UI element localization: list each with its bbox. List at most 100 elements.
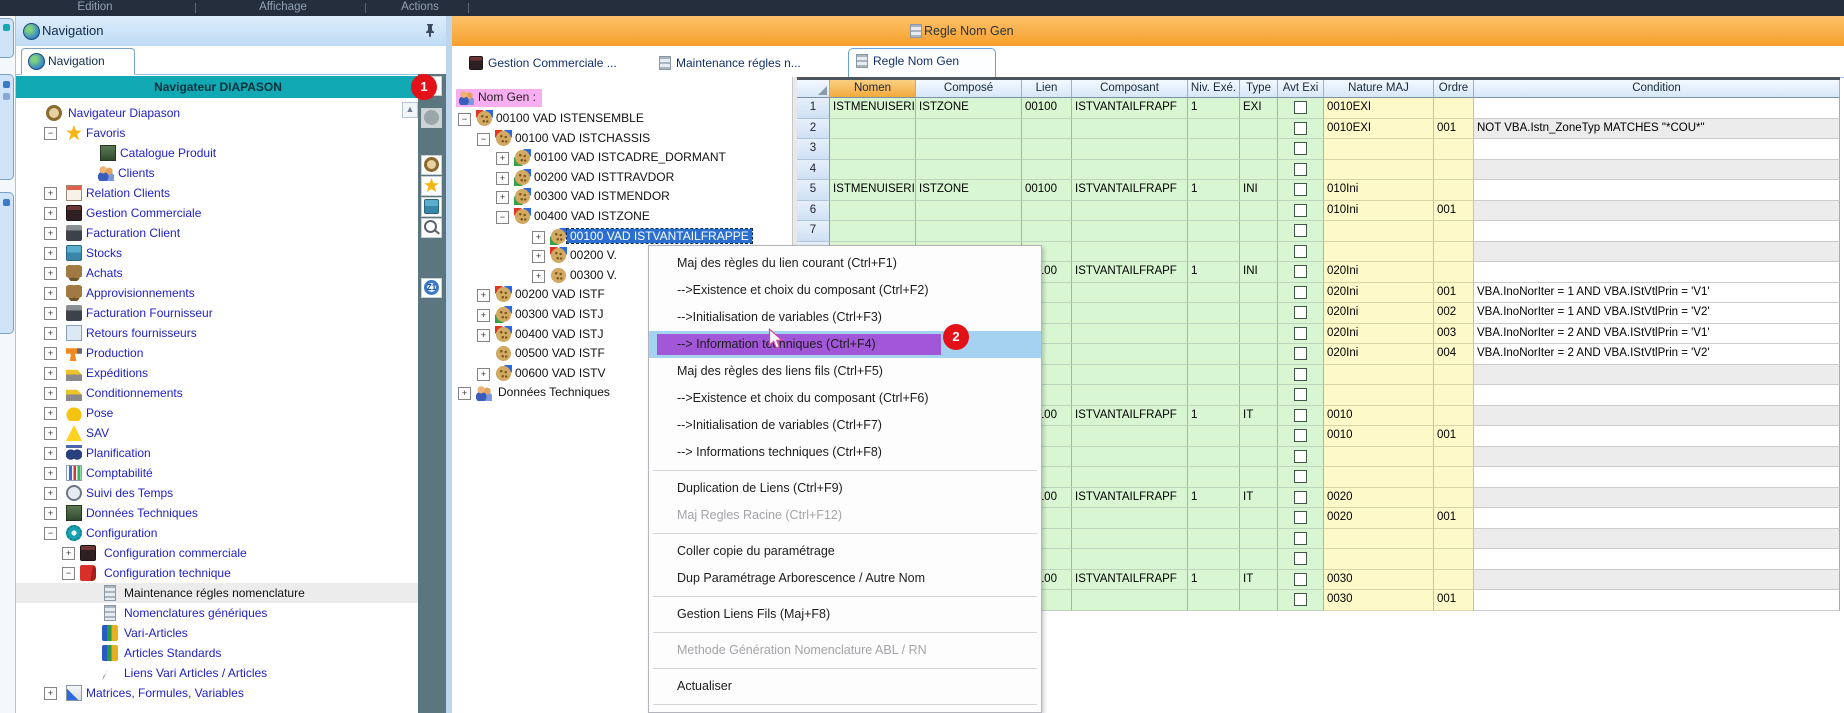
compose-cell[interactable]: ISTZONE [916,180,1022,201]
checkbox-unchecked[interactable] [1294,368,1307,381]
composant-cell[interactable] [1072,508,1188,529]
row-number[interactable]: 7 [797,221,830,242]
niv-cell[interactable]: 1 [1188,488,1240,509]
nature-cell[interactable] [1324,529,1434,550]
avt-exi-cell[interactable] [1278,221,1324,242]
checkbox-unchecked[interactable] [1294,163,1307,176]
type-cell[interactable] [1240,590,1278,611]
niv-cell[interactable] [1188,467,1240,488]
tree-toggle-expand[interactable]: + [532,270,545,283]
composant-cell[interactable] [1072,283,1188,304]
tree-toggle-expand[interactable]: + [477,289,490,302]
nature-cell[interactable]: 0030 [1324,570,1434,591]
type-cell[interactable] [1240,139,1278,160]
lien-cell[interactable] [1022,119,1072,140]
composant-cell[interactable] [1072,221,1188,242]
favorites-button[interactable] [421,176,442,196]
avt-exi-cell[interactable] [1278,570,1324,591]
ordre-cell[interactable] [1434,262,1474,283]
nature-cell[interactable]: 0010EXI [1324,119,1434,140]
condition-cell[interactable] [1474,488,1840,509]
tree-toggle-collapse[interactable]: − [458,113,471,126]
tree-item[interactable]: Vari-Articles [16,623,418,643]
checkbox-unchecked[interactable] [1294,286,1307,299]
niv-cell[interactable] [1188,283,1240,304]
lien-cell[interactable] [1022,160,1072,181]
menu-item[interactable]: -->Initialisation de variables (Ctrl+F7) [649,412,1041,439]
avt-exi-cell[interactable] [1278,119,1324,140]
lien-cell[interactable]: 00100 [1022,98,1072,119]
collapsed-panel-tab[interactable] [0,192,14,334]
menu-item[interactable]: Dup Paramétrage Arborescence / Autre Nom [649,565,1041,592]
row-number[interactable]: 6 [797,201,830,222]
tree-item[interactable]: Navigateur Diapason [16,103,418,123]
tree-item[interactable]: +Stocks [16,243,418,263]
composant-cell[interactable] [1072,590,1188,611]
type-cell[interactable] [1240,303,1278,324]
ordre-cell[interactable] [1434,406,1474,427]
composant-cell[interactable] [1072,201,1188,222]
composant-cell[interactable] [1072,303,1188,324]
column-header-condition[interactable]: Condition [1474,80,1840,98]
compose-cell[interactable] [916,160,1022,181]
avt-exi-cell[interactable] [1278,262,1324,283]
composant-cell[interactable]: ISTVANTAILFRAPF [1072,406,1188,427]
condition-cell[interactable]: VBA.InoNorIter = 1 AND VBA.IStVtlPrin = … [1474,303,1840,324]
nature-cell[interactable]: 0010 [1324,406,1434,427]
nomen-cell[interactable]: ISTMENUISERI [830,180,916,201]
niv-cell[interactable]: 1 [1188,406,1240,427]
condition-cell[interactable]: VBA.InoNorIter = 1 AND VBA.IStVtlPrin = … [1474,283,1840,304]
avt-exi-cell[interactable] [1278,324,1324,345]
checkbox-unchecked[interactable] [1294,388,1307,401]
menu-item[interactable]: -->Existence et choix du composant (Ctrl… [649,277,1041,304]
avt-exi-cell[interactable] [1278,590,1324,611]
avt-exi-cell[interactable] [1278,549,1324,570]
type-cell[interactable] [1240,426,1278,447]
column-header-lien[interactable]: Lien [1022,80,1072,98]
column-header-avt[interactable]: Avt Exi [1278,80,1324,98]
type-cell[interactable] [1240,283,1278,304]
condition-cell[interactable] [1474,570,1840,591]
avt-exi-cell[interactable] [1278,508,1324,529]
tree-toggle-expand[interactable]: + [496,152,509,165]
composant-cell[interactable] [1072,447,1188,468]
niv-cell[interactable] [1188,508,1240,529]
composant-cell[interactable] [1072,549,1188,570]
composant-cell[interactable]: ISTVANTAILFRAPF [1072,180,1188,201]
menu-item[interactable]: -->Existence et choix du composant (Ctrl… [649,385,1041,412]
nature-cell[interactable]: 020Ini [1324,303,1434,324]
niv-cell[interactable]: 1 [1188,570,1240,591]
menu-item[interactable]: --> Information techniques (Ctrl+F4) [649,331,1041,358]
nature-cell[interactable]: 0010 [1324,426,1434,447]
tree-toggle-expand[interactable]: + [44,267,57,280]
composant-cell[interactable]: ISTVANTAILFRAPF [1072,98,1188,119]
tree-toggle-expand[interactable]: + [44,227,57,240]
niv-cell[interactable] [1188,426,1240,447]
niv-cell[interactable] [1188,529,1240,550]
ordre-cell[interactable]: 004 [1434,344,1474,365]
niv-cell[interactable] [1188,549,1240,570]
ordre-cell[interactable] [1434,549,1474,570]
nomenclature-item[interactable]: −00400 VAD ISTZONE [452,207,792,227]
avt-exi-cell[interactable] [1278,283,1324,304]
nature-cell[interactable] [1324,365,1434,386]
tree-item[interactable]: +Pose [16,403,418,423]
compose-cell[interactable]: ISTZONE [916,98,1022,119]
ordre-cell[interactable] [1434,385,1474,406]
column-header-num[interactable] [797,80,830,98]
type-cell[interactable] [1240,242,1278,263]
type-cell[interactable]: IT [1240,488,1278,509]
checkbox-unchecked[interactable] [1294,101,1307,114]
tree-item[interactable]: Articles Standards [16,643,418,663]
ordre-cell[interactable]: 002 [1434,303,1474,324]
niv-cell[interactable] [1188,344,1240,365]
checkbox-unchecked[interactable] [1294,142,1307,155]
condition-cell[interactable] [1474,508,1840,529]
composant-cell[interactable] [1072,365,1188,386]
workstation-button[interactable] [421,197,442,217]
tree-toggle-expand[interactable]: + [62,547,75,560]
tree-item[interactable]: +Relation Clients [16,183,418,203]
condition-cell[interactable] [1474,385,1840,406]
tree-toggle-expand[interactable]: + [532,231,545,244]
composant-cell[interactable] [1072,529,1188,550]
